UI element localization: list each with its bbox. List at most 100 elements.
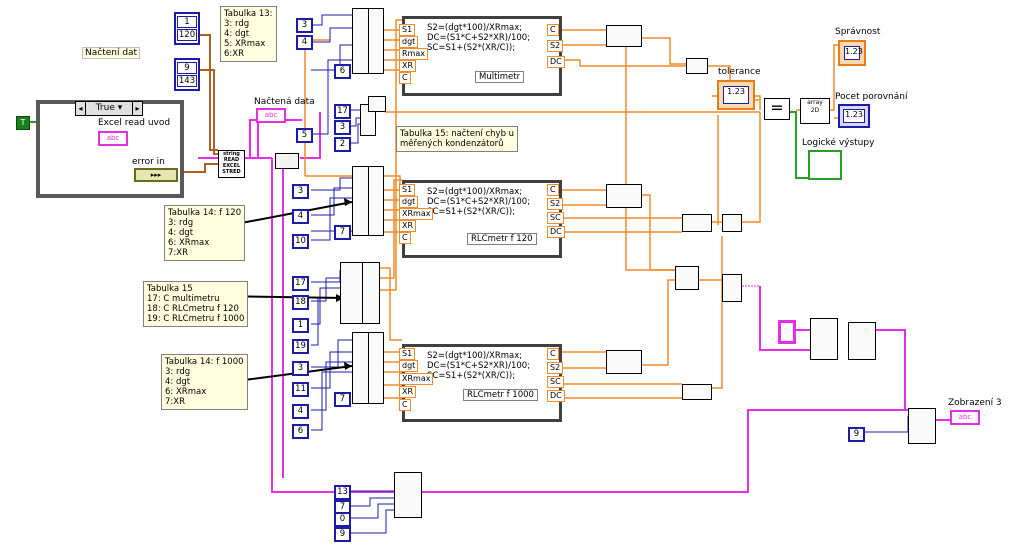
- index-array-bottom[interactable]: [394, 472, 422, 518]
- formula-rlc-120-in-xr[interactable]: XR: [399, 220, 417, 232]
- formula-rlc-120-out-c[interactable]: C: [547, 184, 559, 196]
- array-2-cell-1[interactable]: 143: [177, 75, 197, 87]
- formula-rlc-120-in-xrmax[interactable]: XRmax: [399, 208, 434, 220]
- index-array-display-b[interactable]: [848, 322, 876, 360]
- const-mid-3[interactable]: 3: [292, 184, 309, 199]
- case-next-arrow[interactable]: ▸: [132, 101, 143, 116]
- build-array-3[interactable]: [606, 184, 642, 208]
- formula-rlc-1000-in-xr[interactable]: XR: [399, 386, 417, 398]
- formula-rlc-1000-out-s2[interactable]: S2: [547, 362, 564, 374]
- const-low-3a[interactable]: 3: [292, 361, 309, 376]
- const-top-3[interactable]: 3: [296, 18, 313, 33]
- const-2[interactable]: 2: [334, 137, 351, 152]
- excel-read-uvod-indicator[interactable]: abc: [98, 131, 128, 146]
- const-low-4[interactable]: 4: [292, 404, 309, 419]
- nactena-data-indicator[interactable]: abc: [256, 108, 286, 123]
- formula-rlc-1000-in-dgt[interactable]: dgt: [399, 360, 419, 372]
- formula-rlc-120-out-sc[interactable]: SC: [547, 212, 564, 224]
- formula-rlc-120-out-dc[interactable]: DC: [547, 226, 565, 238]
- const-mid-4[interactable]: 4: [292, 209, 309, 224]
- formula-multimetr-in-rmax[interactable]: Rmax: [399, 48, 428, 60]
- formula-rlc-1000-in-c[interactable]: C: [399, 399, 411, 411]
- formula-multimetr-in-dgt[interactable]: dgt: [399, 36, 419, 48]
- formula-rlc-120-in-c[interactable]: C: [399, 232, 411, 244]
- build-array-6[interactable]: [675, 266, 699, 290]
- array-constant-2[interactable]: 9 143: [174, 58, 200, 91]
- const-mid-10[interactable]: 10: [292, 234, 309, 249]
- array-1-cell-0[interactable]: 1: [177, 16, 197, 28]
- array-build-chyby[interactable]: [368, 96, 386, 112]
- formula-rlc-120-out-s2[interactable]: S2: [547, 198, 564, 210]
- index-array-top-b[interactable]: [368, 8, 384, 74]
- logicke-vystupy-indicator[interactable]: [808, 150, 842, 180]
- const-mid-1[interactable]: 1: [292, 318, 309, 333]
- const-17[interactable]: 17: [334, 104, 351, 119]
- tolerance-control[interactable]: 1.23: [717, 80, 755, 110]
- equal-comparison[interactable]: =: [764, 98, 790, 120]
- const-low-6[interactable]: 6: [292, 424, 309, 439]
- array-2-cell-0[interactable]: 9: [177, 62, 197, 74]
- const-3b[interactable]: 3: [334, 120, 351, 135]
- label-nacteni-dat: Načtení dat: [82, 47, 141, 59]
- build-array-7[interactable]: [606, 350, 642, 374]
- index-array-zobrazeni[interactable]: [908, 408, 936, 444]
- array-2d-node[interactable]: array 2D: [800, 98, 830, 124]
- index-array-c[interactable]: [340, 262, 364, 324]
- error-in-control[interactable]: ▸▸▸: [134, 168, 178, 182]
- formula-multimetr-out-dc[interactable]: DC: [547, 56, 565, 68]
- index-array-c-b[interactable]: [362, 262, 380, 324]
- read-excel-subvi[interactable]: string READ EXCEL STRED: [218, 150, 245, 178]
- formula-rlc-120-in-dgt[interactable]: dgt: [399, 196, 419, 208]
- formula-multimetr-in-xr[interactable]: XR: [399, 60, 417, 72]
- array-to-spreadsheet[interactable]: [722, 274, 742, 302]
- index-array-low-b[interactable]: [368, 332, 384, 404]
- label-zobrazeni-3: Zobrazení 3: [948, 398, 1002, 408]
- build-array-5[interactable]: [722, 214, 742, 232]
- formula-rlc-120-in-s1[interactable]: S1: [399, 184, 416, 196]
- label-nactena-data: Načtená data: [254, 97, 315, 107]
- pink-constant-box[interactable]: [778, 320, 796, 344]
- formula-rlc-1000-in-s1[interactable]: S1: [399, 348, 416, 360]
- const-low-11[interactable]: 11: [292, 382, 309, 397]
- pocet-porovnani-indicator[interactable]: 1.23: [838, 104, 870, 128]
- zobrazeni-3-indicator[interactable]: abc: [950, 410, 980, 425]
- const-top-6[interactable]: 6: [334, 64, 351, 79]
- true-constant[interactable]: T: [16, 116, 30, 130]
- const-mid-19[interactable]: 19: [292, 339, 309, 354]
- index-array-mid-b[interactable]: [368, 166, 384, 236]
- formula-rlc-1000-name: RLCmetr f 1000: [463, 389, 538, 401]
- const-mid-7[interactable]: 7: [334, 225, 351, 240]
- spravnost-indicator[interactable]: 1.23: [838, 40, 866, 66]
- formula-rlc-1000-out-dc[interactable]: DC: [547, 390, 565, 402]
- array-1-cell-1[interactable]: 120: [177, 29, 197, 41]
- index-array-display[interactable]: [810, 318, 838, 360]
- case-selector[interactable]: True ▾: [84, 101, 134, 116]
- const-bottom-13[interactable]: 13: [334, 485, 351, 500]
- const-low-7[interactable]: 7: [334, 392, 351, 407]
- note-tabulka-15-chyb: Tabulka 15: načtení chyb u měřených kond…: [396, 126, 519, 152]
- build-array-8[interactable]: [682, 384, 712, 400]
- case-prev-arrow[interactable]: ◂: [75, 101, 86, 116]
- build-array-1[interactable]: [606, 25, 642, 47]
- const-mid-17[interactable]: 17: [292, 276, 309, 291]
- const-bottom-0[interactable]: 0: [334, 512, 351, 527]
- formula-multimetr-out-c[interactable]: C: [547, 24, 559, 36]
- const-9[interactable]: 9: [848, 427, 865, 442]
- const-bottom-9[interactable]: 9: [334, 527, 351, 542]
- formula-multimetr-in-s1[interactable]: S1: [399, 24, 416, 36]
- index-array-small[interactable]: [275, 153, 299, 169]
- formula-rlc-1000-out-c[interactable]: C: [547, 348, 559, 360]
- build-array-4[interactable]: [682, 214, 712, 232]
- array-constant-1[interactable]: 1 120: [174, 12, 200, 45]
- formula-multimetr-out-s2[interactable]: S2: [547, 40, 564, 52]
- formula-rlc-120-text: S2=(dgt*100)/XRmax; DC=(S1*C+S2*XR)/100;…: [427, 187, 531, 217]
- const-mid-18[interactable]: 18: [292, 295, 309, 310]
- const-top-4[interactable]: 4: [296, 35, 313, 50]
- note-tabulka-14-120: Tabulka 14: f 120 3: rdg 4: dgt 6: XRmax…: [164, 205, 246, 261]
- formula-rlc-1000-in-xrmax[interactable]: XRmax: [399, 373, 434, 385]
- formula-multimetr-in-c[interactable]: C: [399, 72, 411, 84]
- build-array-2[interactable]: [686, 58, 708, 74]
- formula-rlc-1000-out-sc[interactable]: SC: [547, 376, 564, 388]
- label-spravnost: Správnost: [835, 27, 881, 37]
- const-top-5[interactable]: 5: [296, 128, 313, 143]
